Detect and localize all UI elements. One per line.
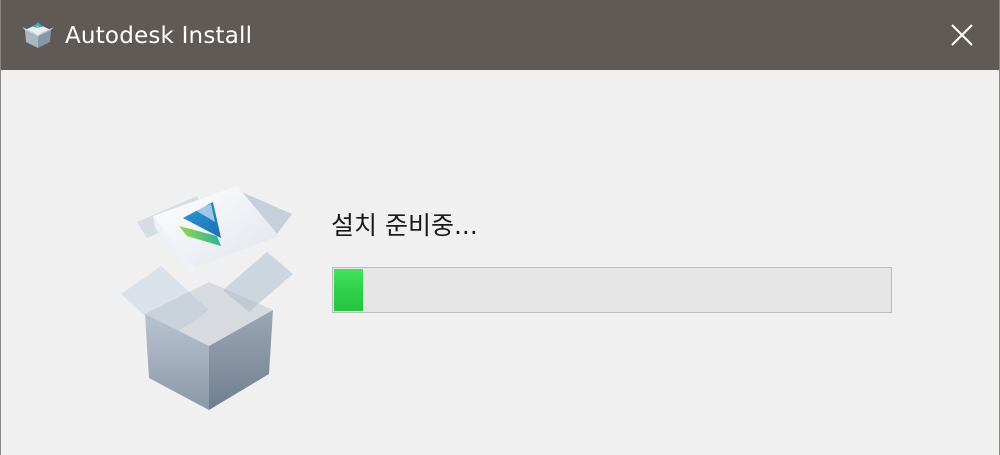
autodesk-package-box-icon: [117, 182, 297, 410]
close-button[interactable]: [925, 0, 999, 70]
close-icon: [951, 24, 973, 46]
install-content: 설치 준비중...: [1, 70, 999, 455]
install-status-text: 설치 준비중...: [331, 211, 478, 240]
window-title: Autodesk Install: [65, 23, 253, 49]
install-progress-fill: [334, 269, 363, 311]
install-progress-bar: [332, 267, 892, 313]
autodesk-install-box-icon: [21, 18, 55, 50]
installer-window: Autodesk Install 설치 준비중...: [0, 0, 1000, 455]
title-bar[interactable]: Autodesk Install: [1, 0, 999, 70]
